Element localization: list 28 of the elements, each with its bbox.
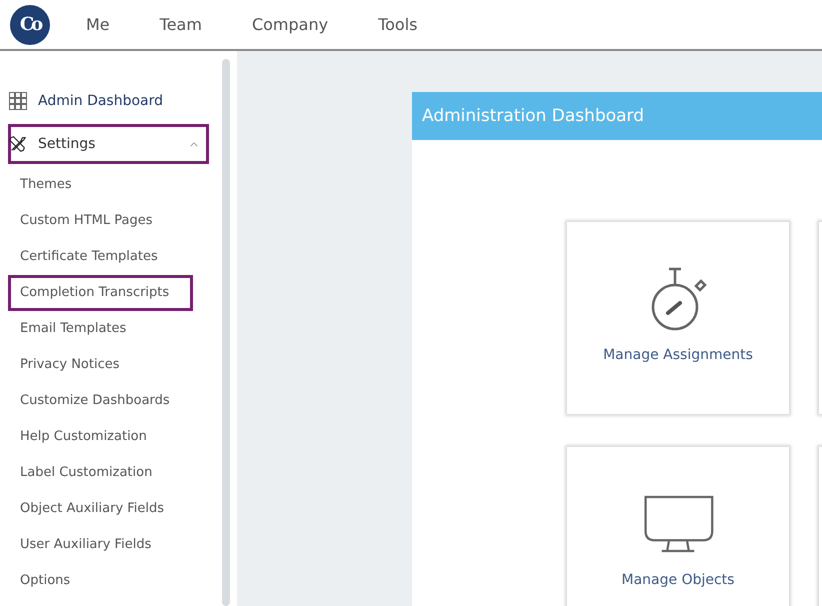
sidebar-link[interactable]: Themes	[8, 167, 193, 203]
caret-icon	[190, 142, 198, 146]
sidebar-link[interactable]: Customize Dashboards	[8, 383, 193, 419]
dashboard-card[interactable]: Manage Assignments	[567, 222, 789, 414]
sidebar-link[interactable]: Object Auxiliary Fields	[8, 491, 193, 527]
nav-link[interactable]: Company	[252, 15, 328, 34]
sidebar-item[interactable]: Settings	[8, 124, 209, 164]
scrollbar-thumb[interactable]	[222, 59, 230, 606]
nav-link[interactable]: Team	[160, 15, 202, 34]
nav-link[interactable]: Me	[86, 15, 110, 34]
sidebar-link[interactable]: Certificate Templates	[8, 239, 193, 275]
grid-icon	[9, 92, 27, 110]
sidebar-link[interactable]: Email Templates	[8, 311, 193, 347]
dashboard-card[interactable]: Manage Objects	[567, 447, 789, 606]
sidebar-link[interactable]: Privacy Notices	[8, 347, 193, 383]
card-label: Manage Assignments	[603, 347, 753, 363]
sidebar-link[interactable]: Completion Transcripts	[8, 275, 193, 311]
sidebar-item[interactable]: Admin Dashboard	[8, 81, 209, 121]
card-label: Manage Objects	[622, 572, 734, 588]
nav-link[interactable]: Tools	[378, 15, 418, 34]
sidebar-link[interactable]: User Auxiliary Fields	[8, 527, 193, 563]
sidebar-link[interactable]: Label Customization	[8, 455, 193, 491]
panel-title: Administration Dashboard	[422, 106, 644, 126]
tools-icon	[9, 135, 27, 153]
sidebar-link[interactable]: Custom HTML Pages	[8, 203, 193, 239]
logo[interactable]: Co	[10, 4, 50, 44]
sidebar-link[interactable]: Help Customization	[8, 419, 193, 455]
sidebar-link[interactable]: Options	[8, 563, 193, 599]
